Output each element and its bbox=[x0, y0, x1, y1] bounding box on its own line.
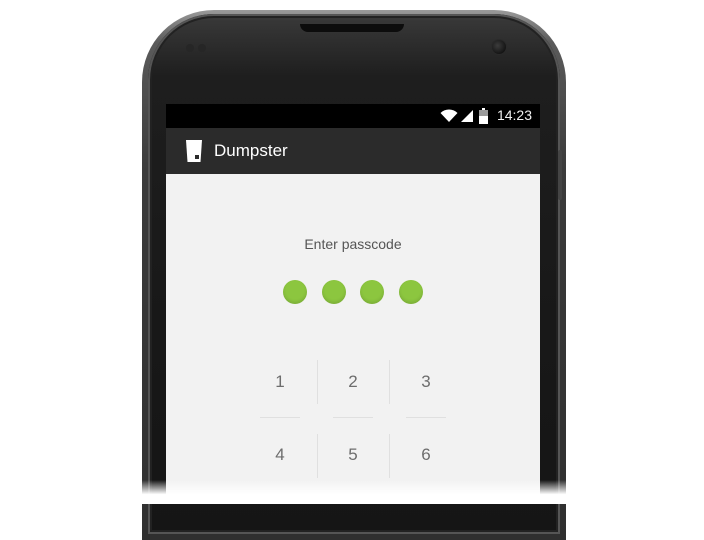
keypad-divider bbox=[317, 434, 318, 478]
passcode-dot bbox=[283, 280, 307, 304]
keypad-divider bbox=[333, 417, 373, 418]
trash-bin-icon bbox=[186, 140, 202, 167]
keypad-divider bbox=[406, 417, 446, 418]
keypad-divider bbox=[389, 434, 390, 478]
keypad-key-6[interactable]: 6 bbox=[390, 423, 462, 487]
sensor bbox=[198, 44, 206, 52]
action-bar: Dumpster bbox=[166, 128, 540, 174]
keypad-divider bbox=[389, 360, 390, 404]
passcode-dot bbox=[360, 280, 384, 304]
keypad-key-4[interactable]: 4 bbox=[244, 423, 316, 487]
status-bar: 14:23 bbox=[166, 104, 540, 128]
passcode-dot bbox=[399, 280, 423, 304]
keypad-key-3[interactable]: 3 bbox=[390, 350, 462, 414]
status-time: 14:23 bbox=[496, 107, 532, 123]
speaker-grille bbox=[300, 24, 404, 32]
passcode-dot bbox=[322, 280, 346, 304]
battery-icon bbox=[479, 108, 488, 129]
app-title: Dumpster bbox=[214, 141, 288, 160]
passcode-prompt: Enter passcode bbox=[304, 236, 402, 252]
power-button bbox=[558, 150, 562, 200]
keypad-divider bbox=[317, 360, 318, 404]
keypad-key-5[interactable]: 5 bbox=[317, 423, 389, 487]
sensor bbox=[186, 44, 194, 52]
signal-icon bbox=[460, 109, 474, 128]
phone-screen: 14:23 Dumpster Enter passcode 1 2 3 4 5 … bbox=[166, 104, 540, 504]
keypad-key-2[interactable]: 2 bbox=[317, 350, 389, 414]
keypad-key-1[interactable]: 1 bbox=[244, 350, 316, 414]
bottom-fade bbox=[0, 480, 704, 504]
keypad-divider bbox=[260, 417, 300, 418]
front-camera bbox=[492, 40, 506, 54]
wifi-icon bbox=[440, 109, 458, 128]
